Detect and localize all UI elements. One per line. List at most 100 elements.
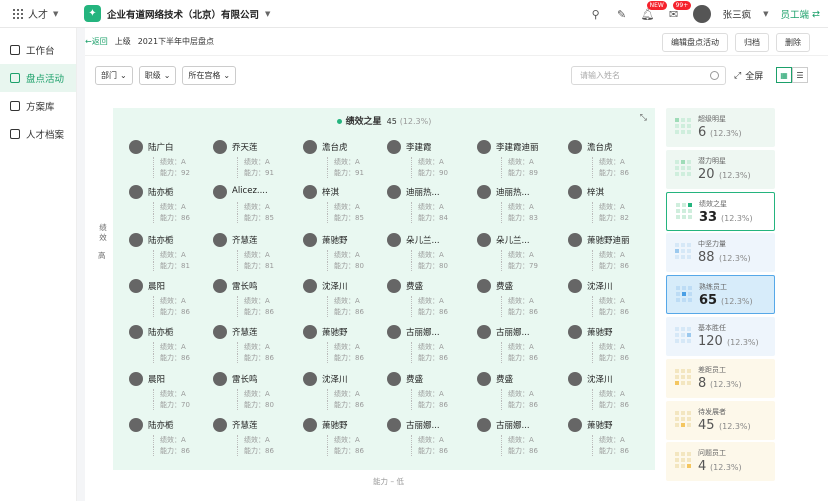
list-view-button[interactable]: ☰ xyxy=(792,67,808,83)
mail-icon[interactable]: ✉ 99+ xyxy=(667,1,692,21)
sidebar-item-inventory[interactable]: 盘点活动 xyxy=(0,64,76,92)
chevron-down-icon[interactable]: ▼ xyxy=(763,10,768,18)
sidebar-item-profiles[interactable]: 人才档案 xyxy=(0,120,76,148)
person-card[interactable]: 梓淇 绩效：A 能力：82 xyxy=(568,183,648,225)
person-card[interactable]: 沈泽川 绩效：A 能力：86 xyxy=(303,370,383,412)
person-card[interactable]: 朵儿兰... 绩效：A 能力：79 xyxy=(477,231,557,273)
category-card[interactable]: 中坚力量 88 (12.3%) xyxy=(666,233,775,273)
company-switcher[interactable]: ✦ 企业有道网络技术（北京）有限公司 ▼ xyxy=(84,5,270,22)
collapse-icon[interactable]: ⤡ xyxy=(640,113,647,123)
person-card[interactable]: 陆亦栀 绩效：A 能力：86 xyxy=(129,183,209,225)
person-card[interactable]: 齐慧莲 绩效：A 能力：86 xyxy=(213,323,293,365)
category-card[interactable]: 问题员工 4 (12.3%) xyxy=(666,442,775,482)
person-card[interactable]: 古丽娜... 绩效：A 能力：86 xyxy=(477,416,557,458)
person-card[interactable]: 雷长鸣 绩效：A 能力：86 xyxy=(213,277,293,319)
avatar xyxy=(129,233,143,247)
back-link[interactable]: ←返回 xyxy=(85,36,108,47)
grid-view-button[interactable]: ▦ xyxy=(776,67,792,83)
grid-cell-select[interactable]: 所在宫格 ⌄ xyxy=(182,66,237,85)
edit-activity-button[interactable]: 编辑盘点活动 xyxy=(662,33,728,52)
edit-icon[interactable]: ✎ xyxy=(615,7,629,21)
search-icon[interactable]: ⚲ xyxy=(589,7,603,21)
sidebar-item-workbench[interactable]: 工作台 xyxy=(0,36,76,64)
person-card[interactable]: 费盛 绩效：A 能力：86 xyxy=(477,370,557,412)
status-dot xyxy=(336,119,342,124)
person-card[interactable]: 费盛 绩效：A 能力：86 xyxy=(477,277,557,319)
person-card[interactable]: 迪丽热... 绩效：A 能力：83 xyxy=(477,183,557,225)
person-card[interactable]: 李建霞迪丽 绩效：A 能力：89 xyxy=(477,138,557,180)
search-input[interactable]: 请输入姓名 xyxy=(571,66,726,85)
person-card[interactable]: 陆亦栀 绩效：A 能力：86 xyxy=(129,416,209,458)
category-count: 4 xyxy=(698,459,707,475)
person-card[interactable]: 澹台虎 绩效：A 能力：91 xyxy=(303,138,383,180)
person-card[interactable]: 齐慧莲 绩效：A 能力：81 xyxy=(213,231,293,273)
person-card[interactable]: 费盛 绩效：A 能力：86 xyxy=(387,370,467,412)
dept-select[interactable]: 部门 ⌄ xyxy=(95,66,133,85)
person-card[interactable]: 齐慧莲 绩效：A 能力：86 xyxy=(213,416,293,458)
avatar xyxy=(568,279,582,293)
person-card[interactable]: 古丽娜... 绩效：A 能力：86 xyxy=(387,416,467,458)
avatar xyxy=(568,372,582,386)
avatar xyxy=(387,418,401,432)
person-card[interactable]: 萧驰野 绩效：A 能力：86 xyxy=(568,323,648,365)
person-card[interactable]: 朵儿兰... 绩效：A 能力：80 xyxy=(387,231,467,273)
person-card[interactable]: 乔天莲 绩效：A 能力：91 xyxy=(213,138,293,180)
ability-value: 能力：86 xyxy=(237,446,274,456)
person-card[interactable]: 费盛 绩效：A 能力：86 xyxy=(387,277,467,319)
person-card[interactable]: 晨阳 绩效：A 能力：70 xyxy=(129,370,209,412)
category-card[interactable]: 差距员工 8 (12.3%) xyxy=(666,358,775,398)
grid-mini-icon xyxy=(675,243,691,260)
person-card[interactable]: 沈泽川 绩效：A 能力：86 xyxy=(568,370,648,412)
ability-value: 能力：86 xyxy=(327,400,364,410)
person-card[interactable]: 沈泽川 绩效：A 能力：86 xyxy=(303,277,383,319)
grid-mini-icon xyxy=(675,368,691,385)
person-card[interactable]: 萧驰野 绩效：A 能力：86 xyxy=(303,416,383,458)
person-card[interactable]: 迪丽热... 绩效：A 能力：84 xyxy=(387,183,467,225)
employee-portal-button[interactable]: 员工端 ⇄ xyxy=(781,7,820,22)
avatar xyxy=(129,140,143,154)
person-name: 李建霞迪丽 xyxy=(496,143,539,153)
avatar[interactable] xyxy=(692,5,711,23)
delete-button[interactable]: 删除 xyxy=(776,33,810,52)
category-pct: (12.3%) xyxy=(710,379,742,389)
person-card[interactable]: 雷长鸣 绩效：A 能力：80 xyxy=(213,370,293,412)
person-card[interactable]: 古丽娜... 绩效：A 能力：86 xyxy=(387,323,467,365)
person-card[interactable]: 萧驰野迪丽 绩效：A 能力：86 xyxy=(568,231,648,273)
avatar xyxy=(477,325,491,339)
performance-value: 绩效：A xyxy=(592,389,625,399)
person-card[interactable]: 萧驰野 绩效：A 能力：86 xyxy=(303,323,383,365)
person-card[interactable]: 古丽娜... 绩效：A 能力：86 xyxy=(477,323,557,365)
person-card[interactable]: 萧驰野 绩效：A 能力：80 xyxy=(303,231,383,273)
category-card[interactable]: 熟练员工 65 (12.3%) xyxy=(666,275,775,315)
category-card[interactable]: 绩效之星 33 (12.3%) xyxy=(666,191,775,231)
person-name: 萧驰野 xyxy=(322,421,348,431)
person-card[interactable]: 澹台虎 绩效：A 能力：86 xyxy=(568,138,648,180)
person-card[interactable]: 李建霞 绩效：A 能力：90 xyxy=(387,138,467,180)
person-card[interactable]: Alicez.... 绩效：A 能力：85 xyxy=(213,183,293,225)
sidebar-item-plans[interactable]: 方案库 xyxy=(0,92,76,120)
person-card[interactable]: 梓淇 绩效：A 能力：85 xyxy=(303,183,383,225)
y-axis-level: 高 xyxy=(98,251,106,260)
person-card[interactable]: 沈泽川 绩效：A 能力：86 xyxy=(568,277,648,319)
fullscreen-button[interactable]: ⤢ 全屏 xyxy=(734,69,763,83)
performance-value: 绩效：A xyxy=(237,296,270,306)
category-card[interactable]: 潜力明星 20 (12.3%) xyxy=(666,149,775,189)
person-card[interactable]: 晨阳 绩效：A 能力：86 xyxy=(129,277,209,319)
category-card[interactable]: 待发展者 45 (12.3%) xyxy=(666,400,775,440)
performance-value: 绩效：A xyxy=(501,342,534,352)
ability-value: 能力：86 xyxy=(501,446,538,456)
archive-button[interactable]: 归档 xyxy=(735,33,769,52)
category-card[interactable]: 超级明星 6 (12.3%) xyxy=(666,108,775,147)
person-card[interactable]: 萧驰野 绩效：A 能力：86 xyxy=(568,416,648,458)
person-card[interactable]: 陆广白 绩效：A 能力：92 xyxy=(129,138,209,180)
app-switcher[interactable]: 人才 ▼ xyxy=(0,6,78,21)
category-pct: (12.3%) xyxy=(727,337,759,347)
category-card[interactable]: 基本胜任 120 (12.3%) xyxy=(666,316,775,356)
parent-link[interactable]: 上级 xyxy=(115,36,131,47)
person-card[interactable]: 陆亦栀 绩效：A 能力：86 xyxy=(129,323,209,365)
ability-value: 能力：86 xyxy=(327,446,364,456)
level-select[interactable]: 职级 ⌄ xyxy=(138,66,177,85)
person-card[interactable]: 陆亦栀 绩效：A 能力：81 xyxy=(129,231,209,273)
bell-icon[interactable]: 🔔︎ NEW xyxy=(641,1,667,21)
user-name[interactable]: 张三疯 xyxy=(723,7,752,21)
